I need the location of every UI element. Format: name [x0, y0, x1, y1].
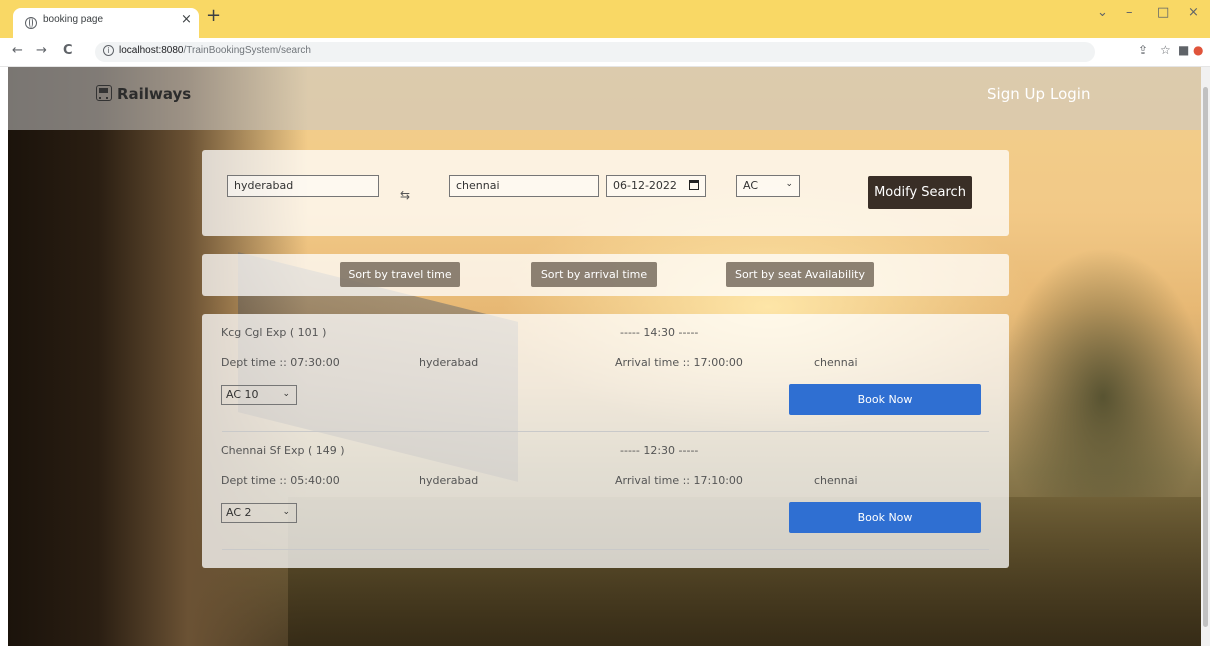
signup-link[interactable]: Sign Up	[987, 85, 1045, 103]
sort-seat-availability-button[interactable]: Sort by seat Availability	[726, 262, 874, 287]
train-name: Chennai Sf Exp ( 149 )	[221, 444, 345, 457]
new-tab-button[interactable]: +	[206, 5, 221, 26]
class-value: AC	[743, 179, 759, 192]
browser-tab[interactable]: booking page ×	[13, 8, 199, 38]
chevron-down-icon: ⌄	[785, 179, 793, 189]
address-bar-row: ← → C i localhost:8080/TrainBookingSyste…	[0, 38, 1210, 67]
row-divider	[222, 549, 989, 550]
arrival-time: Arrival time :: 17:00:00	[615, 356, 743, 369]
class-select[interactable]: AC ⌄	[736, 175, 800, 197]
dept-time: Dept time :: 07:30:00	[221, 356, 340, 369]
site-navbar: Railways Sign Up Login	[8, 67, 1201, 130]
scrollbar-thumb[interactable]	[1203, 87, 1208, 627]
from-station-input[interactable]: hyderabad	[227, 175, 379, 197]
train-duration: ----- 14:30 -----	[620, 326, 699, 339]
coach-class-select[interactable]: AC 10 ⌄	[221, 385, 297, 405]
results-panel: Kcg Cgl Exp ( 101 ) ----- 14:30 ----- De…	[202, 314, 1009, 568]
date-input[interactable]: 06-12-2022	[606, 175, 706, 197]
calendar-icon[interactable]	[689, 180, 699, 190]
sort-panel: Sort by travel time Sort by arrival time…	[202, 254, 1009, 296]
tab-search-icon[interactable]: ⌄	[1097, 5, 1108, 20]
close-window-icon[interactable]: ×	[1188, 5, 1199, 20]
background-trees	[998, 247, 1201, 497]
train-row: Chennai Sf Exp ( 149 ) ----- 12:30 -----…	[202, 432, 1009, 550]
maximize-icon[interactable]: □	[1157, 5, 1169, 20]
coach-class-value: AC 2	[226, 506, 252, 519]
date-value: 06-12-2022	[613, 179, 677, 192]
to-station: chennai	[814, 356, 858, 369]
page-viewport: Railways Sign Up Login hyderabad ⇆ chenn…	[8, 67, 1201, 646]
url-path: /TrainBookingSystem/search	[183, 45, 311, 56]
browser-tab-bar: booking page × + ⌄ – □ ×	[0, 0, 1210, 38]
brand-name: Railways	[117, 85, 192, 103]
train-duration: ----- 12:30 -----	[620, 444, 699, 457]
url-text: localhost:8080/TrainBookingSystem/search	[119, 45, 311, 56]
sort-travel-time-button[interactable]: Sort by travel time	[340, 262, 460, 287]
chevron-down-icon: ⌄	[282, 389, 290, 399]
modify-search-button[interactable]: Modify Search	[868, 176, 972, 209]
swap-icon[interactable]: ⇆	[400, 188, 410, 202]
profile-icon[interactable]: ●	[1193, 43, 1203, 57]
dept-time: Dept time :: 05:40:00	[221, 474, 340, 487]
tab-close-icon[interactable]: ×	[181, 12, 192, 27]
train-icon	[96, 85, 112, 101]
login-link[interactable]: Login	[1050, 85, 1090, 103]
chevron-down-icon: ⌄	[282, 507, 290, 517]
page-scrollbar[interactable]	[1201, 67, 1210, 646]
coach-class-select[interactable]: AC 2 ⌄	[221, 503, 297, 523]
to-station-input[interactable]: chennai	[449, 175, 599, 197]
url-host: localhost:8080	[119, 45, 184, 56]
train-name: Kcg Cgl Exp ( 101 )	[221, 326, 327, 339]
minimize-icon[interactable]: –	[1126, 5, 1133, 20]
share-icon[interactable]: ⇪	[1138, 43, 1148, 57]
side-panel-icon[interactable]: ■	[1178, 43, 1189, 57]
forward-icon[interactable]: →	[36, 43, 47, 58]
tab-title: booking page	[43, 14, 104, 25]
coach-class-value: AC 10	[226, 388, 259, 401]
bookmark-star-icon[interactable]: ☆	[1160, 43, 1171, 57]
arrival-time: Arrival time :: 17:10:00	[615, 474, 743, 487]
reload-icon[interactable]: C	[63, 43, 73, 58]
from-station: hyderabad	[419, 356, 479, 369]
back-icon[interactable]: ←	[12, 43, 23, 58]
book-now-button[interactable]: Book Now	[789, 502, 981, 533]
globe-icon	[25, 17, 37, 29]
book-now-button[interactable]: Book Now	[789, 384, 981, 415]
url-bar[interactable]: i localhost:8080/TrainBookingSystem/sear…	[95, 42, 1095, 62]
sort-arrival-time-button[interactable]: Sort by arrival time	[531, 262, 657, 287]
train-row: Kcg Cgl Exp ( 101 ) ----- 14:30 ----- De…	[202, 314, 1009, 432]
info-icon[interactable]: i	[103, 45, 114, 56]
search-panel: hyderabad ⇆ chennai 06-12-2022 AC ⌄ Modi…	[202, 150, 1009, 236]
brand-logo[interactable]: Railways	[96, 85, 191, 103]
to-station: chennai	[814, 474, 858, 487]
from-station: hyderabad	[419, 474, 479, 487]
